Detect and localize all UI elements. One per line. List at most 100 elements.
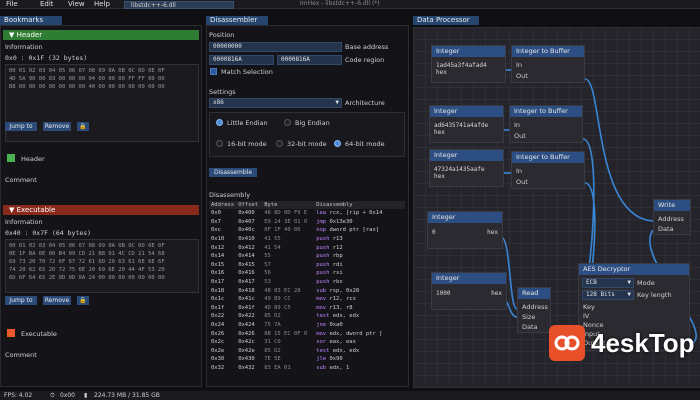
table-row[interactable]: 0x24 0x424 75 7A jne 0xa0 bbox=[209, 321, 405, 330]
node-value[interactable]: ad6435741a4afde hex bbox=[430, 117, 503, 141]
mnemonic: jmp bbox=[316, 218, 327, 225]
little-endian-radio[interactable] bbox=[216, 119, 223, 126]
table-cell: 0xc bbox=[211, 227, 221, 234]
node-integer-to-buffer-1[interactable]: Integer to Buffer In Out bbox=[511, 45, 585, 83]
memory-icon: ▮ bbox=[84, 392, 88, 399]
code-region-start-input[interactable]: 0000816A bbox=[209, 55, 274, 65]
table-row[interactable]: 0xc 0x40c 0F 1F 40 00 nop dword ptr [rax] bbox=[209, 226, 405, 235]
table-cell: 31 C0 bbox=[264, 339, 281, 346]
node-integer-to-buffer-3[interactable]: Integer to Buffer In Out bbox=[511, 151, 585, 189]
node-integer-4[interactable]: Integer 0 hex bbox=[427, 211, 503, 249]
table-row[interactable]: 0x17 0x417 53 push rbx bbox=[209, 278, 405, 287]
column-header[interactable]: Disassembly bbox=[314, 201, 405, 209]
code-region-end-input[interactable]: 0000816A bbox=[277, 55, 342, 65]
disassembly-label: Disassembly bbox=[209, 191, 251, 199]
node-value[interactable]: 47324a1435aafe hex bbox=[430, 161, 503, 185]
node-integer-1[interactable]: Integer 1ad45a3f4afad4 hex bbox=[431, 45, 506, 83]
node-title: Write bbox=[654, 200, 690, 211]
bookmark-color-swatch[interactable] bbox=[7, 154, 15, 162]
mnemonic: push bbox=[316, 270, 330, 277]
column-header[interactable]: Byte bbox=[262, 201, 315, 209]
aes-mode-select[interactable]: ECB ▼ bbox=[582, 278, 634, 288]
table-row[interactable]: 0x2e 0x42e 85 D2 test edx, edx bbox=[209, 347, 405, 356]
hex-line: 0E 1F BA 0E 00 B4 09 CD 21 B8 01 4C CD 2… bbox=[9, 251, 165, 257]
mode-16-radio[interactable] bbox=[216, 140, 223, 147]
node-read[interactable]: Read Address Size Data bbox=[517, 287, 551, 333]
architecture-select[interactable]: x86 ▼ bbox=[209, 98, 342, 108]
tab-disassembler[interactable]: Disassembler bbox=[206, 16, 268, 25]
table-row[interactable]: 0x2c 0x42c 31 C0 xor eax, eax bbox=[209, 338, 405, 347]
bookmark-executable-title[interactable]: ▼ Executable bbox=[3, 205, 199, 215]
table-row[interactable]: 0x26 0x426 8B 15 EC 0F 0 mov edx, dword ptr… bbox=[209, 329, 405, 338]
chevron-down-icon: ▼ bbox=[627, 291, 631, 298]
table-row[interactable]: 0x22 0x422 85 D2 test edx, edx bbox=[209, 312, 405, 321]
bookmark-hex-view[interactable]: 00 01 02 03 04 05 06 07 08 09 0A 0B 0C 0… bbox=[5, 239, 199, 293]
node-write[interactable]: Write Address Data bbox=[653, 199, 691, 235]
integer-value: 0 bbox=[432, 229, 436, 236]
menu-help[interactable]: Help bbox=[94, 0, 110, 8]
node-value[interactable]: 0 hex bbox=[428, 223, 502, 242]
table-cell: 0x430 bbox=[238, 356, 255, 363]
table-row[interactable]: 0x10 0x410 41 55 push r13 bbox=[209, 235, 405, 244]
disassemble-button[interactable]: Disassemble bbox=[209, 168, 257, 177]
table-row[interactable]: 0x1c 0x41c 49 89 CC mov r12, rcx bbox=[209, 295, 405, 304]
disassembly-rows: 0x0 0x400 48 8D 0D F9 E lea rcx, [rip + 0x1… bbox=[209, 209, 405, 372]
operands: r13 bbox=[332, 236, 343, 243]
node-integer-5[interactable]: Integer 1000 hex bbox=[431, 272, 507, 310]
tab-data-processor[interactable]: Data Processor bbox=[413, 16, 479, 25]
file-selector[interactable]: libstdc++-6.dll bbox=[124, 1, 234, 9]
menu-file[interactable]: File bbox=[6, 0, 18, 8]
table-cell: 0x16 bbox=[211, 270, 225, 277]
mode-16-label: 16-bit mode bbox=[227, 140, 267, 148]
table-row[interactable]: 0x1f 0x41f 4D 89 C5 mov r13, r8 bbox=[209, 304, 405, 313]
jump-to-button[interactable]: Jump to bbox=[5, 122, 37, 131]
remove-button[interactable]: Remove bbox=[43, 122, 71, 131]
table-row[interactable]: 0x30 0x430 7E 5E jle 0x90 bbox=[209, 355, 405, 364]
menu-edit[interactable]: Edit bbox=[40, 0, 54, 8]
jump-to-button[interactable]: Jump to bbox=[5, 296, 37, 305]
menu-view[interactable]: View bbox=[68, 0, 85, 8]
base-address-input[interactable]: 00000000 bbox=[209, 42, 342, 52]
node-integer-3[interactable]: Integer 47324a1435aafe hex bbox=[429, 149, 504, 187]
table-cell: 48 8D 0D F9 E bbox=[264, 210, 308, 217]
table-row[interactable]: 0x7 0x407 E9 24 3E 01 0 jmp 0x13e30 bbox=[209, 218, 405, 227]
mnemonic: xor bbox=[316, 339, 327, 346]
mode-32-radio[interactable] bbox=[276, 140, 283, 147]
tab-bookmarks[interactable]: Bookmarks bbox=[0, 16, 62, 25]
column-header[interactable]: Offset bbox=[236, 201, 263, 209]
node-integer-2[interactable]: Integer ad6435741a4afde hex bbox=[429, 105, 504, 143]
table-row[interactable]: 0x14 0x414 55 push rbp bbox=[209, 252, 405, 261]
hex-line: 74 20 62 65 20 72 75 6E 20 69 6E 20 44 4… bbox=[9, 267, 165, 273]
lock-icon[interactable]: 🔒 bbox=[77, 296, 89, 305]
bookmark-header-title[interactable]: ▼ Header bbox=[3, 30, 199, 40]
operands: edx, 1 bbox=[329, 364, 350, 371]
table-row[interactable]: 0x0 0x400 48 8D 0D F9 E lea rcx, [rip + 0x1… bbox=[209, 209, 405, 218]
pin-address-label: Address bbox=[522, 303, 548, 311]
table-row[interactable]: 0x15 0x415 57 push rdi bbox=[209, 261, 405, 270]
operands: rsp, 0x28 bbox=[329, 287, 360, 294]
bookmark-name[interactable]: Header bbox=[21, 155, 45, 163]
bookmark-name[interactable]: Executable bbox=[21, 330, 57, 338]
bookmark-color-swatch[interactable] bbox=[7, 329, 15, 337]
aes-key-length-select[interactable]: 128 Bits ▼ bbox=[582, 290, 634, 300]
lock-icon[interactable]: 🔒 bbox=[77, 122, 89, 131]
match-selection-checkbox[interactable] bbox=[210, 68, 217, 75]
big-endian-radio[interactable] bbox=[284, 119, 291, 126]
table-row[interactable]: 0x12 0x412 41 54 push r12 bbox=[209, 243, 405, 252]
table-row[interactable]: 0x18 0x418 48 83 EC 28 sub rsp, 0x28 bbox=[209, 286, 405, 295]
table-cell: 0x1c bbox=[211, 296, 225, 303]
remove-button[interactable]: Remove bbox=[43, 296, 71, 305]
integer-value: 1ad45a3f4afad4 bbox=[436, 62, 487, 69]
column-header[interactable]: Address bbox=[209, 201, 237, 209]
table-cell: 0x32 bbox=[211, 364, 225, 371]
hex-line: 00 01 02 03 04 05 06 07 08 09 0A 0B 0C 0… bbox=[9, 68, 165, 74]
node-integer-to-buffer-2[interactable]: Integer to Buffer In Out bbox=[509, 105, 583, 143]
hex-line: 4D 5A 90 00 03 00 00 00 04 00 00 00 FF F… bbox=[9, 76, 165, 82]
table-cell: jle 0x90 bbox=[314, 355, 405, 364]
node-value[interactable]: 1000 hex bbox=[432, 284, 506, 303]
mode-64-radio[interactable] bbox=[334, 140, 341, 147]
table-row[interactable]: 0x32 0x432 83 EA 01 sub edx, 1 bbox=[209, 364, 405, 373]
mode-label: Mode bbox=[637, 279, 655, 287]
node-value[interactable]: 1ad45a3f4afad4 hex bbox=[432, 57, 505, 81]
table-row[interactable]: 0x16 0x416 56 push rsi bbox=[209, 269, 405, 278]
